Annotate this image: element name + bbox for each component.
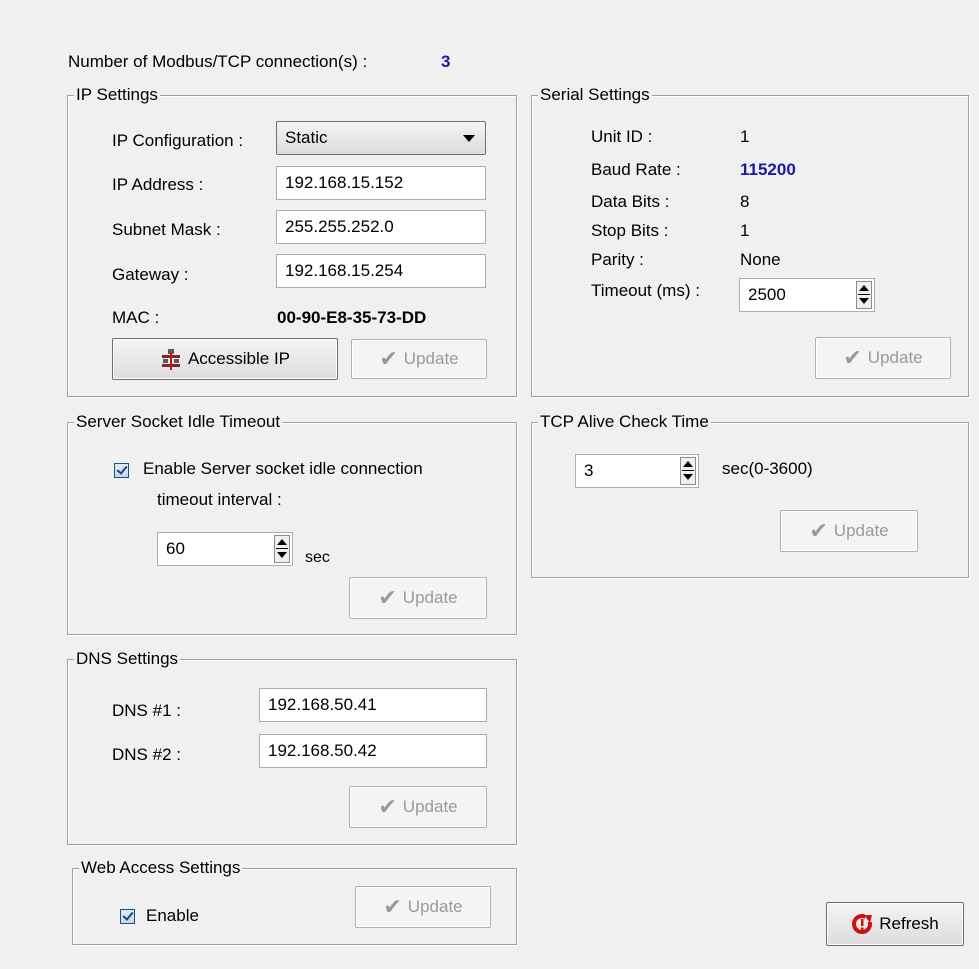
socket-timeout-unit: sec: [305, 549, 330, 566]
ip-config-select[interactable]: Static: [276, 121, 486, 155]
tcp-alive-update-button[interactable]: ✔ Update: [780, 510, 918, 552]
gateway-input[interactable]: 192.168.15.254: [276, 254, 486, 288]
serial-update-button[interactable]: ✔ Update: [815, 337, 951, 379]
gateway-label: Gateway :: [112, 265, 189, 284]
connections-value: 3: [441, 52, 451, 71]
dns1-label: DNS #1 :: [112, 701, 181, 720]
settings-panel: Number of Modbus/TCP connection(s) : 3 I…: [0, 0, 979, 969]
web-access-checkbox[interactable]: [120, 909, 135, 924]
socket-timeout-value: 60: [166, 539, 185, 558]
mac-value: 00-90-E8-35-73-DD: [277, 308, 427, 327]
chevron-down-icon: [463, 135, 475, 142]
socket-timeout-update-label: Update: [402, 588, 458, 607]
tcp-alive-title: TCP Alive Check Time: [538, 412, 711, 432]
tcp-alive-value: 3: [584, 461, 594, 480]
dns-update-label: Update: [402, 797, 458, 816]
stop-bits-value: 1: [740, 221, 750, 240]
checkmark-icon: ✔: [809, 518, 828, 543]
tcp-alive-spinner[interactable]: 3: [575, 454, 699, 488]
subnet-mask-label: Subnet Mask :: [112, 220, 221, 239]
parity-value: None: [740, 250, 781, 269]
dns1-input[interactable]: 192.168.50.41: [259, 688, 487, 722]
web-access-update-label: Update: [407, 897, 463, 916]
subnet-mask-input[interactable]: 255.255.252.0: [276, 210, 486, 244]
spin-arrows-icon[interactable]: [856, 281, 872, 309]
refresh-icon: [852, 914, 874, 934]
web-access-update-button[interactable]: ✔ Update: [355, 886, 491, 928]
dns2-input[interactable]: 192.168.50.42: [259, 734, 487, 768]
web-access-title: Web Access Settings: [79, 858, 243, 878]
socket-timeout-spinner[interactable]: 60: [157, 532, 293, 566]
spin-arrows-icon[interactable]: [680, 457, 696, 485]
stop-bits-label: Stop Bits :: [591, 221, 669, 240]
refresh-button[interactable]: Refresh: [826, 902, 964, 946]
socket-timeout-enable-label: Enable Server socket idle connection: [143, 459, 423, 478]
accessible-ip-label: Accessible IP: [187, 349, 291, 368]
socket-timeout-checkbox[interactable]: [114, 463, 129, 478]
socket-timeout-title: Server Socket Idle Timeout: [74, 412, 283, 432]
ip-config-value: Static: [285, 128, 328, 147]
tcp-alive-unit: sec(0-3600): [722, 459, 813, 478]
ip-settings-title: IP Settings: [74, 85, 160, 105]
spin-arrows-icon[interactable]: [274, 535, 290, 563]
ip-update-label: Update: [403, 349, 459, 368]
ip-address-input[interactable]: 192.168.15.152: [276, 166, 486, 200]
baud-rate-value: 115200: [740, 160, 796, 179]
connections-label: Number of Modbus/TCP connection(s) :: [68, 52, 368, 71]
ip-address-label: IP Address :: [112, 175, 204, 194]
serial-settings-title: Serial Settings: [538, 85, 652, 105]
checkmark-icon: ✔: [379, 346, 398, 371]
timeout-spinner[interactable]: 2500: [739, 278, 875, 312]
tcp-alive-update-label: Update: [833, 521, 889, 540]
web-access-enable-label: Enable: [146, 906, 199, 925]
refresh-label: Refresh: [879, 914, 939, 933]
checkmark-icon: ✔: [378, 585, 397, 610]
checkmark-icon: ✔: [843, 345, 862, 370]
dns-update-button[interactable]: ✔ Update: [349, 786, 487, 828]
unit-id-label: Unit ID :: [591, 127, 653, 146]
tcp-alive-group: TCP Alive Check Time: [531, 412, 969, 578]
ip-config-label: IP Configuration :: [112, 131, 244, 150]
checkmark-icon: ✔: [378, 794, 397, 819]
mac-label: MAC :: [112, 308, 160, 327]
timeout-value: 2500: [748, 285, 786, 304]
data-bits-label: Data Bits :: [591, 192, 670, 211]
timeout-label: Timeout (ms) :: [591, 281, 700, 300]
unit-id-value: 1: [740, 127, 750, 146]
dns2-label: DNS #2 :: [112, 745, 181, 764]
data-bits-value: 8: [740, 192, 750, 211]
parity-label: Parity :: [591, 250, 644, 269]
socket-timeout-update-button[interactable]: ✔ Update: [349, 577, 487, 619]
serial-update-label: Update: [867, 348, 923, 367]
network-icon: [161, 349, 180, 370]
socket-timeout-enable-label-2: timeout interval :: [157, 490, 282, 509]
ip-update-button[interactable]: ✔ Update: [351, 339, 487, 379]
dns-settings-title: DNS Settings: [74, 649, 181, 669]
accessible-ip-button[interactable]: Accessible IP: [112, 338, 338, 380]
checkmark-icon: ✔: [383, 894, 402, 919]
baud-rate-label: Baud Rate :: [591, 160, 681, 179]
